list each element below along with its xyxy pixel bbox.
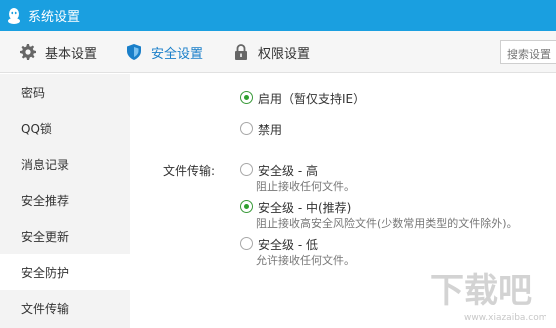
enable-radio[interactable] xyxy=(240,91,253,104)
sidebar-item-message-history[interactable]: 消息记录 xyxy=(0,146,130,182)
file-transfer-label: 文件传输: xyxy=(163,164,216,178)
window-title: 系统设置 xyxy=(28,10,81,25)
sidebar-item-file-transfer[interactable]: 文件传输 xyxy=(0,290,130,326)
sidebar-item-qq-lock[interactable]: QQ锁 xyxy=(0,110,130,146)
tab-label: 安全设置 xyxy=(151,46,204,62)
tab-security-settings[interactable]: 安全设置 xyxy=(126,31,203,73)
sidebar-item-security-update[interactable]: 安全更新 xyxy=(0,218,130,254)
gear-icon xyxy=(20,44,36,60)
security-medium-radio[interactable] xyxy=(240,200,253,213)
security-low-radio[interactable] xyxy=(240,237,253,250)
sidebar: 密码 QQ锁 消息记录 安全推荐 安全更新 安全防护 文件传输 xyxy=(0,74,130,328)
enable-label[interactable]: 启用（暂仅支持IE） xyxy=(258,90,365,107)
settings-toolbar: 基本设置 安全设置 权限设置 xyxy=(0,31,556,73)
disable-label[interactable]: 禁用 xyxy=(258,121,282,138)
svg-text:下载吧: 下载吧 xyxy=(430,271,532,311)
title-bar: 系统设置 xyxy=(0,0,556,31)
tab-basic-settings[interactable]: 基本设置 xyxy=(20,31,97,73)
tab-label: 权限设置 xyxy=(258,46,311,62)
disable-radio[interactable] xyxy=(240,122,253,135)
sidebar-item-security-protection[interactable]: 安全防护 xyxy=(0,254,130,290)
shield-icon xyxy=(126,44,142,60)
sidebar-item-password[interactable]: 密码 xyxy=(0,74,130,110)
security-medium-desc: 阻止接收高安全风险文件(少数常用类型的文件除外)。 xyxy=(256,217,518,230)
tab-permission-settings[interactable]: 权限设置 xyxy=(233,31,310,73)
search-input[interactable] xyxy=(500,40,556,64)
security-high-radio[interactable] xyxy=(240,163,253,176)
lock-icon xyxy=(233,44,249,60)
security-medium-label[interactable]: 安全级 - 中(推荐) xyxy=(258,199,351,216)
svg-text:www.xiazaiba.com: www.xiazaiba.com xyxy=(464,313,546,323)
xiazaiba-watermark-logo: 下载吧 www.xiazaiba.com xyxy=(430,271,546,323)
security-low-desc: 允许接收任何文件。 xyxy=(256,254,355,267)
security-low-label[interactable]: 安全级 - 低 xyxy=(258,236,318,253)
security-high-label[interactable]: 安全级 - 高 xyxy=(258,162,318,179)
qq-penguin-icon xyxy=(8,7,20,24)
sidebar-item-security-recommend[interactable]: 安全推荐 xyxy=(0,182,130,218)
tab-label: 基本设置 xyxy=(45,46,98,62)
security-high-desc: 阻止接收任何文件。 xyxy=(256,180,355,193)
